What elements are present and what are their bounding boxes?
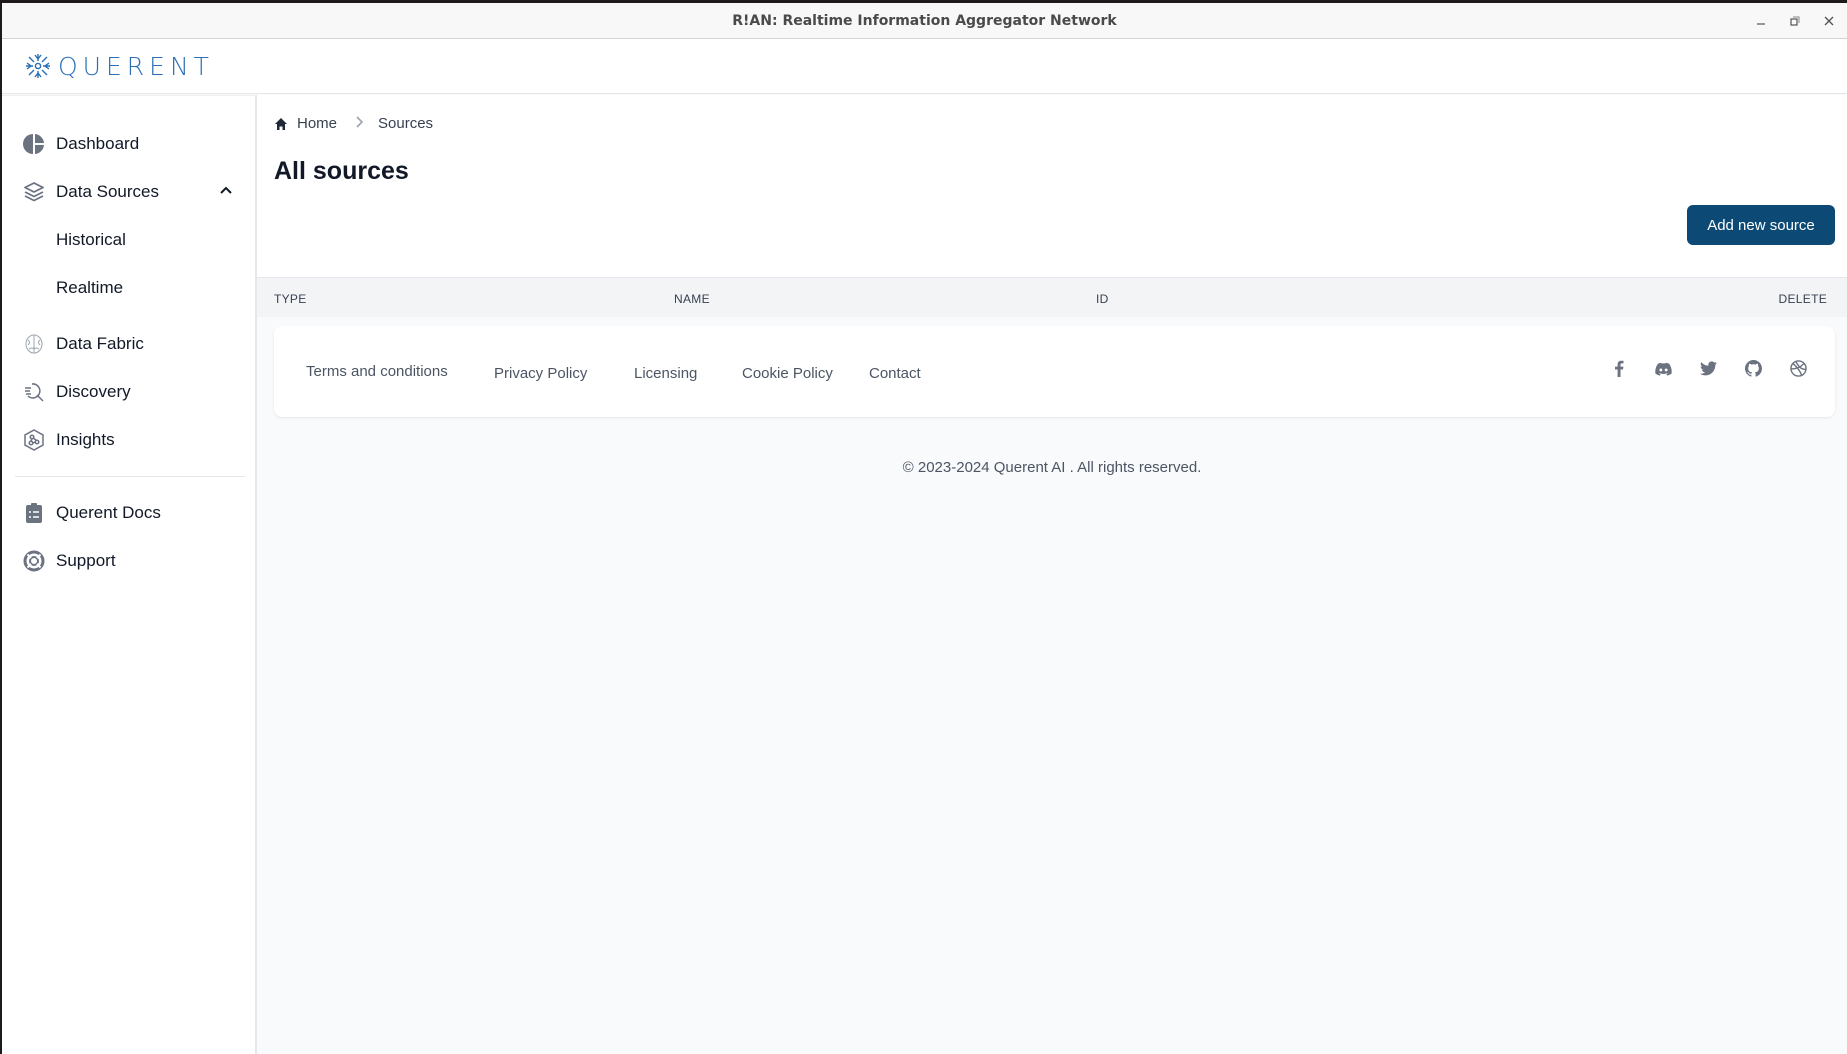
sidebar-divider bbox=[15, 476, 245, 477]
footer-link-licensing[interactable]: Licensing bbox=[634, 365, 697, 382]
restore-icon bbox=[1790, 16, 1800, 26]
page-title: All sources bbox=[274, 157, 409, 185]
sidebar-item-insights[interactable]: Insights bbox=[2, 416, 255, 464]
body-area: Dashboard Data Sources Historical Realti… bbox=[2, 95, 1847, 1054]
snowflake-logo-icon bbox=[26, 54, 50, 78]
sidebar-item-discovery[interactable]: Discovery bbox=[2, 368, 255, 416]
title-bar: R!AN: Realtime Information Aggregator Ne… bbox=[2, 3, 1847, 39]
close-button[interactable] bbox=[1821, 13, 1837, 29]
brand-name: QUERENT bbox=[58, 51, 214, 81]
window-controls bbox=[1753, 3, 1837, 39]
github-icon[interactable] bbox=[1745, 360, 1762, 377]
brain-icon bbox=[22, 332, 46, 356]
clipboard-list-icon bbox=[22, 501, 46, 525]
breadcrumb: Home Sources bbox=[274, 115, 433, 132]
network-hexagon-icon bbox=[22, 428, 46, 452]
sidebar-item-data-sources[interactable]: Data Sources bbox=[2, 168, 255, 216]
footer: Terms and conditions Privacy Policy Lice… bbox=[274, 326, 1835, 417]
footer-link-privacy[interactable]: Privacy Policy bbox=[494, 365, 587, 382]
facebook-icon[interactable] bbox=[1610, 360, 1627, 377]
main-content: Home Sources All sources Add new source … bbox=[257, 95, 1847, 1054]
chevron-right-icon bbox=[355, 115, 364, 132]
sidebar-item-label: Querent Docs bbox=[56, 503, 161, 522]
footer-link-cookie[interactable]: Cookie Policy bbox=[742, 365, 833, 382]
chevron-up-icon[interactable] bbox=[219, 182, 233, 202]
sidebar-item-label: Dashboard bbox=[56, 134, 140, 153]
sidebar: Dashboard Data Sources Historical Realti… bbox=[2, 95, 257, 1054]
layers-icon bbox=[22, 180, 46, 204]
social-links bbox=[1610, 360, 1807, 377]
minimize-icon bbox=[1757, 23, 1765, 25]
minimize-button[interactable] bbox=[1753, 13, 1769, 29]
app-header: QUERENT bbox=[2, 39, 1847, 94]
sources-table-header: TYPE NAME ID DELETE bbox=[257, 277, 1847, 317]
sidebar-item-label: Data Fabric bbox=[56, 334, 144, 353]
sidebar-item-realtime[interactable]: Realtime bbox=[2, 264, 255, 312]
lifebuoy-icon bbox=[22, 549, 46, 573]
sidebar-item-label: Discovery bbox=[56, 382, 131, 401]
dribbble-icon[interactable] bbox=[1790, 360, 1807, 377]
twitter-icon[interactable] bbox=[1700, 360, 1717, 377]
page-header: Home Sources All sources Add new source bbox=[257, 95, 1847, 277]
column-header-type: TYPE bbox=[274, 292, 307, 306]
sidebar-item-label: Insights bbox=[56, 430, 115, 449]
column-header-name: NAME bbox=[674, 292, 710, 306]
footer-link-contact[interactable]: Contact bbox=[869, 365, 921, 382]
column-header-delete: DELETE bbox=[1778, 292, 1827, 306]
footer-link-terms[interactable]: Terms and conditions bbox=[306, 363, 448, 380]
app-window: R!AN: Realtime Information Aggregator Ne… bbox=[2, 3, 1847, 1054]
copyright-text: © 2023-2024 Querent AI . All rights rese… bbox=[902, 459, 1202, 476]
window-title: R!AN: Realtime Information Aggregator Ne… bbox=[732, 12, 1117, 29]
sidebar-item-dashboard[interactable]: Dashboard bbox=[2, 120, 255, 168]
home-icon bbox=[275, 117, 287, 130]
sidebar-item-label: Data Sources bbox=[56, 182, 159, 201]
sidebar-item-historical[interactable]: Historical bbox=[2, 216, 255, 264]
add-new-source-button[interactable]: Add new source bbox=[1687, 205, 1835, 245]
restore-button[interactable] bbox=[1787, 13, 1803, 29]
sidebar-item-querent-docs[interactable]: Querent Docs bbox=[2, 489, 255, 537]
search-list-icon bbox=[22, 380, 46, 404]
pie-chart-icon bbox=[22, 132, 46, 156]
sidebar-item-label: Support bbox=[56, 551, 116, 570]
breadcrumb-home[interactable]: Home bbox=[297, 115, 337, 132]
column-header-id: ID bbox=[1096, 292, 1109, 306]
sidebar-item-data-fabric[interactable]: Data Fabric bbox=[2, 320, 255, 368]
sidebar-item-support[interactable]: Support bbox=[2, 537, 255, 585]
breadcrumb-sources: Sources bbox=[378, 115, 434, 132]
discord-icon[interactable] bbox=[1655, 360, 1672, 377]
querent-logo[interactable]: QUERENT bbox=[24, 52, 214, 81]
close-icon bbox=[1824, 16, 1834, 26]
